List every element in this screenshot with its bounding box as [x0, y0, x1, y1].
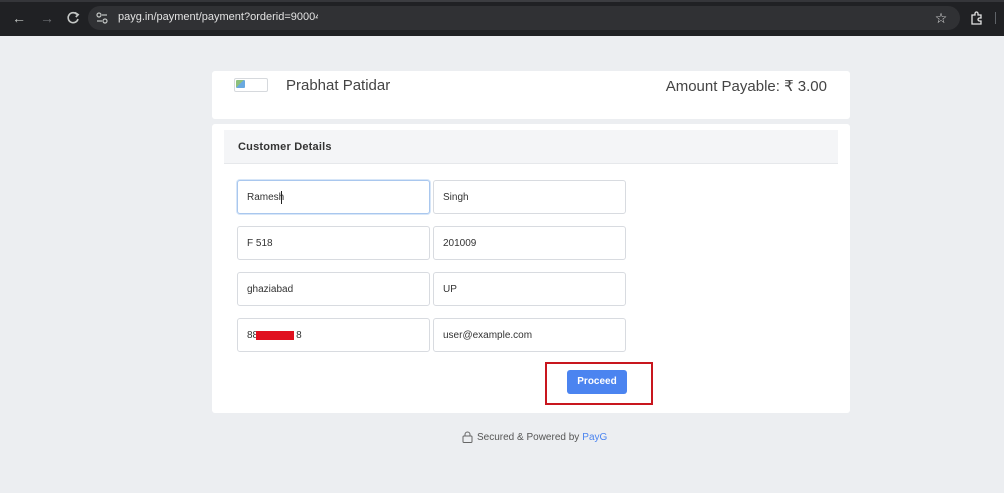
bookmark-star-icon[interactable]: ☆ — [932, 9, 950, 27]
back-arrow-icon[interactable]: ← — [10, 9, 28, 27]
toolbar-divider — [995, 12, 996, 24]
amount-payable: Amount Payable: ₹ 3.00 — [665, 78, 827, 95]
site-info-icon[interactable] — [94, 10, 110, 26]
merchant-name: Prabhat Patidar — [286, 77, 391, 94]
reload-icon[interactable] — [64, 9, 82, 27]
redaction-bar — [256, 331, 294, 340]
state-input[interactable] — [433, 272, 626, 306]
email-input[interactable] — [433, 318, 626, 352]
text-cursor — [281, 191, 282, 204]
last-name-input[interactable] — [433, 180, 626, 214]
address-input[interactable] — [237, 226, 430, 260]
forward-arrow-icon[interactable]: → — [38, 9, 56, 27]
phone-suffix: 8 — [296, 329, 302, 341]
payg-brand-link[interactable]: PayG — [582, 432, 607, 443]
lock-icon — [462, 431, 473, 443]
first-name-input[interactable] — [237, 180, 430, 214]
footer-text: Secured & Powered by — [477, 431, 580, 443]
footer: Secured & Powered by PayG — [462, 430, 607, 444]
section-title: Customer Details — [238, 141, 332, 153]
city-input[interactable] — [237, 272, 430, 306]
annotation-highlight-box — [545, 362, 653, 405]
broken-logo-image-icon — [234, 78, 268, 92]
customer-details-card — [212, 124, 850, 413]
pincode-input[interactable] — [433, 226, 626, 260]
extensions-puzzle-icon[interactable] — [968, 9, 986, 27]
url-text[interactable]: payg.in/payment/payment?orderid=90004 — [118, 11, 318, 23]
active-tab-edge — [380, 0, 620, 2]
